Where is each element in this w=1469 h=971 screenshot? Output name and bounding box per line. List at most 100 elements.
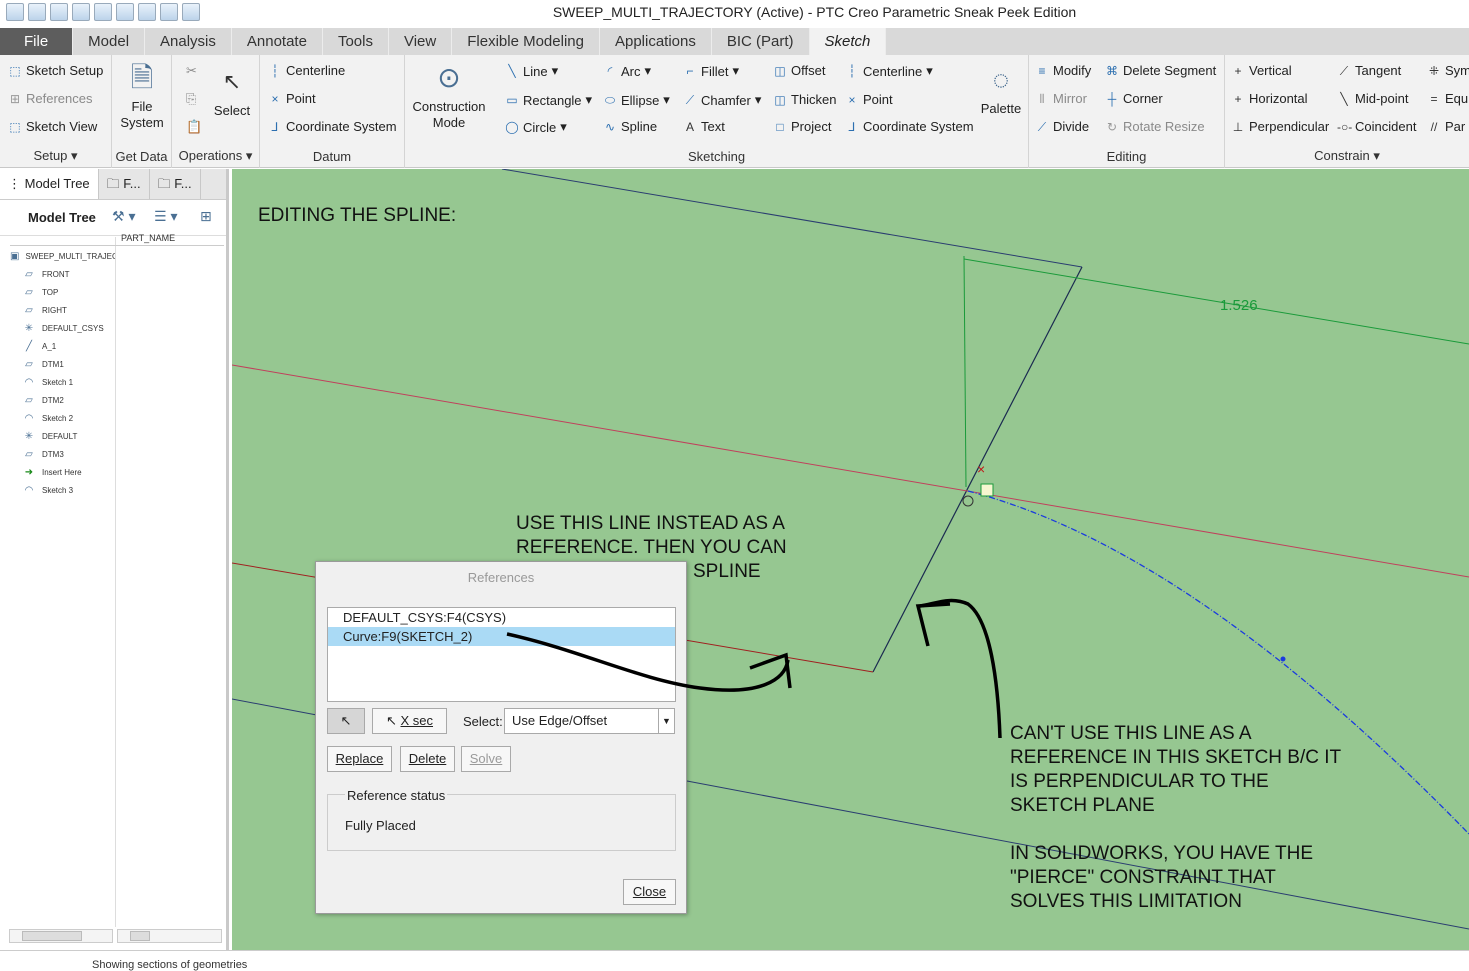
- construction-mode-button[interactable]: ⊙ Construction Mode: [409, 61, 489, 131]
- tree-item-insert-here[interactable]: ➜ Insert Here: [10, 463, 115, 481]
- reference-item-csys[interactable]: DEFAULT_CSYS:F4(CSYS): [328, 608, 675, 627]
- tree-item-axis[interactable]: ╱ A_1: [10, 337, 115, 355]
- tree-item-dtm2[interactable]: ▱ DTM2: [10, 391, 115, 409]
- chamfer-button[interactable]: ⟋ Chamfer ▾: [683, 92, 762, 108]
- tree-item-part[interactable]: ▣ SWEEP_MULTI_TRAJECT: [10, 247, 115, 265]
- arc-button[interactable]: ◜ Arc ▾: [603, 63, 651, 79]
- tab-bic-part[interactable]: BIC (Part): [712, 28, 810, 55]
- spline-point[interactable]: [1280, 656, 1286, 662]
- reference-item-curve[interactable]: Curve:F9(SKETCH_2): [328, 627, 675, 646]
- sketch-setup-button[interactable]: ⬚ Sketch Setup: [8, 63, 103, 78]
- references-button[interactable]: ⊞ References: [8, 91, 93, 106]
- tree-item-sketch-1[interactable]: ◠ Sketch 1: [10, 373, 115, 391]
- ellipse-button[interactable]: ⬭ Ellipse ▾: [603, 92, 670, 108]
- tree-scroll-thumb[interactable]: [22, 931, 82, 941]
- palette-button[interactable]: ◌ Palette: [977, 63, 1025, 117]
- tab-analysis[interactable]: Analysis: [145, 28, 232, 55]
- offset-button[interactable]: ◫ Offset: [773, 63, 825, 78]
- corner-button[interactable]: ┼ Corner: [1105, 91, 1163, 106]
- sketch-centerline-button[interactable]: ┆ Centerline ▾: [845, 63, 932, 79]
- perpendicular-constraint-button[interactable]: ⊥ Perpendicular: [1231, 119, 1329, 134]
- constrain-group-label[interactable]: Constrain ▾: [1225, 148, 1469, 164]
- sketch-point-button[interactable]: × Point: [845, 92, 892, 107]
- file-system-button[interactable]: 🗎 File System: [118, 61, 166, 131]
- symmetric-constraint-button[interactable]: ⁜ Sym: [1427, 63, 1469, 78]
- model-tree-panel: ⋮ Model Tree 🗀 F... 🗀 F... Model Tree ⚒ …: [0, 169, 229, 950]
- sketch-coordinate-system-button[interactable]: ⅃ Coordinate System: [845, 119, 974, 134]
- project-button[interactable]: □ Project: [773, 119, 831, 134]
- tab-applications[interactable]: Applications: [600, 28, 712, 55]
- replace-button[interactable]: Replace: [327, 746, 392, 772]
- references-list[interactable]: DEFAULT_CSYS:F4(CSYS) Curve:F9(SKETCH_2): [327, 607, 676, 702]
- select-reference-button[interactable]: ↖: [327, 708, 365, 734]
- setup-group-label[interactable]: Setup ▾: [0, 148, 111, 164]
- text-button[interactable]: A Text: [683, 119, 725, 134]
- tab-model[interactable]: Model: [73, 28, 146, 55]
- thicken-button[interactable]: ◫ Thicken: [773, 92, 836, 107]
- fillet-button[interactable]: ⌐ Fillet ▾: [683, 63, 739, 79]
- tab-sketch[interactable]: Sketch: [809, 28, 887, 55]
- rectangle-button[interactable]: ▭ Rectangle ▾: [505, 92, 592, 108]
- select-button[interactable]: ↖ Select: [208, 65, 256, 119]
- paste-icon[interactable]: 📋: [186, 119, 202, 135]
- column-scroll-thumb[interactable]: [130, 931, 150, 941]
- delete-segment-button[interactable]: ⌘ Delete Segment: [1105, 63, 1216, 78]
- copy-icon[interactable]: ⎘: [186, 91, 196, 107]
- tab-file[interactable]: File: [0, 28, 74, 55]
- horizontal-icon: +: [1234, 91, 1242, 106]
- spline-button[interactable]: ∿ Spline: [603, 119, 657, 134]
- tree-item-front[interactable]: ▱ FRONT: [10, 265, 115, 283]
- dimension-value[interactable]: 1.526: [1220, 297, 1258, 314]
- vertical-constraint-button[interactable]: + Vertical: [1231, 63, 1291, 78]
- tree-item-dtm3[interactable]: ▱ DTM3: [10, 445, 115, 463]
- datum-point-button[interactable]: × Point: [268, 91, 315, 106]
- midpoint-constraint-button[interactable]: ╲ Mid-point: [1337, 91, 1408, 106]
- cut-icon[interactable]: ✂: [186, 63, 197, 79]
- rotate-resize-button[interactable]: ↻ Rotate Resize: [1105, 119, 1205, 134]
- sketch-view-button[interactable]: ⬚ Sketch View: [8, 119, 97, 134]
- tab-annotate[interactable]: Annotate: [232, 28, 323, 55]
- horizontal-constraint-button[interactable]: + Horizontal: [1231, 91, 1307, 106]
- group-datum: ┆ Centerline × Point ⅃ Coordinate System Da…: [260, 55, 405, 168]
- delete-button[interactable]: Delete: [400, 746, 455, 772]
- tab-favorites[interactable]: 🗀 F...: [150, 169, 201, 199]
- tab-folder-browser[interactable]: 🗀 F...: [99, 169, 150, 199]
- point-marker-icon: ×: [977, 461, 985, 477]
- parallel-constraint-button[interactable]: //Par: [1427, 119, 1466, 134]
- tab-view[interactable]: View: [389, 28, 453, 55]
- select-dropdown[interactable]: Use Edge/Offset ▼: [504, 708, 675, 734]
- modify-button[interactable]: ≡ Modify: [1035, 63, 1091, 78]
- part-name-column-header[interactable]: PART_NAME: [121, 233, 175, 243]
- mirror-button[interactable]: ⫴ Mirror: [1035, 91, 1086, 106]
- xsec-button[interactable]: ↖ X sec: [372, 708, 447, 734]
- equal-constraint-button[interactable]: = Equ: [1427, 91, 1468, 106]
- tab-model-tree[interactable]: ⋮ Model Tree: [0, 169, 99, 199]
- column-horizontal-scrollbar[interactable]: [117, 929, 222, 943]
- tree-item-sketch-3[interactable]: ◠ Sketch 3: [10, 481, 115, 499]
- tree-item-sketch-2[interactable]: ◠ Sketch 2: [10, 409, 115, 427]
- divide-button[interactable]: ⟋ Divide: [1035, 119, 1089, 134]
- line-button[interactable]: ╲ Line ▾: [505, 63, 558, 79]
- tab-tools[interactable]: Tools: [323, 28, 389, 55]
- tangent-constraint-button[interactable]: ⟋ Tangent: [1337, 63, 1401, 78]
- tree-item-dtm1[interactable]: ▱ DTM1: [10, 355, 115, 373]
- operations-group-label[interactable]: Operations ▾: [172, 148, 259, 164]
- datum-centerline-button[interactable]: ┆ Centerline: [268, 63, 345, 78]
- datum-coordinate-system-button[interactable]: ⅃ Coordinate System: [268, 119, 397, 134]
- window-title: SWEEP_MULTI_TRAJECTORY (Active) - PTC Cr…: [552, 4, 1077, 20]
- solve-button[interactable]: Solve: [461, 746, 511, 772]
- tree-horizontal-scrollbar[interactable]: [9, 929, 113, 943]
- tree-filters-icon[interactable]: ☰ ▾: [154, 208, 177, 225]
- tree-item-default[interactable]: ✳ DEFAULT: [10, 427, 115, 445]
- tab-flexible-modeling[interactable]: Flexible Modeling: [452, 28, 600, 55]
- tree-item-default-csys[interactable]: ✳ DEFAULT_CSYS: [10, 319, 115, 337]
- tree-columns-icon[interactable]: ⊞: [200, 208, 212, 225]
- tree-item-top[interactable]: ▱ TOP: [10, 283, 115, 301]
- project-icon: □: [776, 119, 784, 134]
- close-button[interactable]: Close: [623, 879, 676, 905]
- coincident-constraint-button[interactable]: -○- Coincident: [1337, 119, 1416, 134]
- dropdown-arrow-icon: ▼: [658, 709, 674, 733]
- tree-item-right[interactable]: ▱ RIGHT: [10, 301, 115, 319]
- circle-button[interactable]: ◯ Circle ▾: [505, 119, 566, 135]
- tree-settings-icon[interactable]: ⚒ ▾: [112, 208, 135, 225]
